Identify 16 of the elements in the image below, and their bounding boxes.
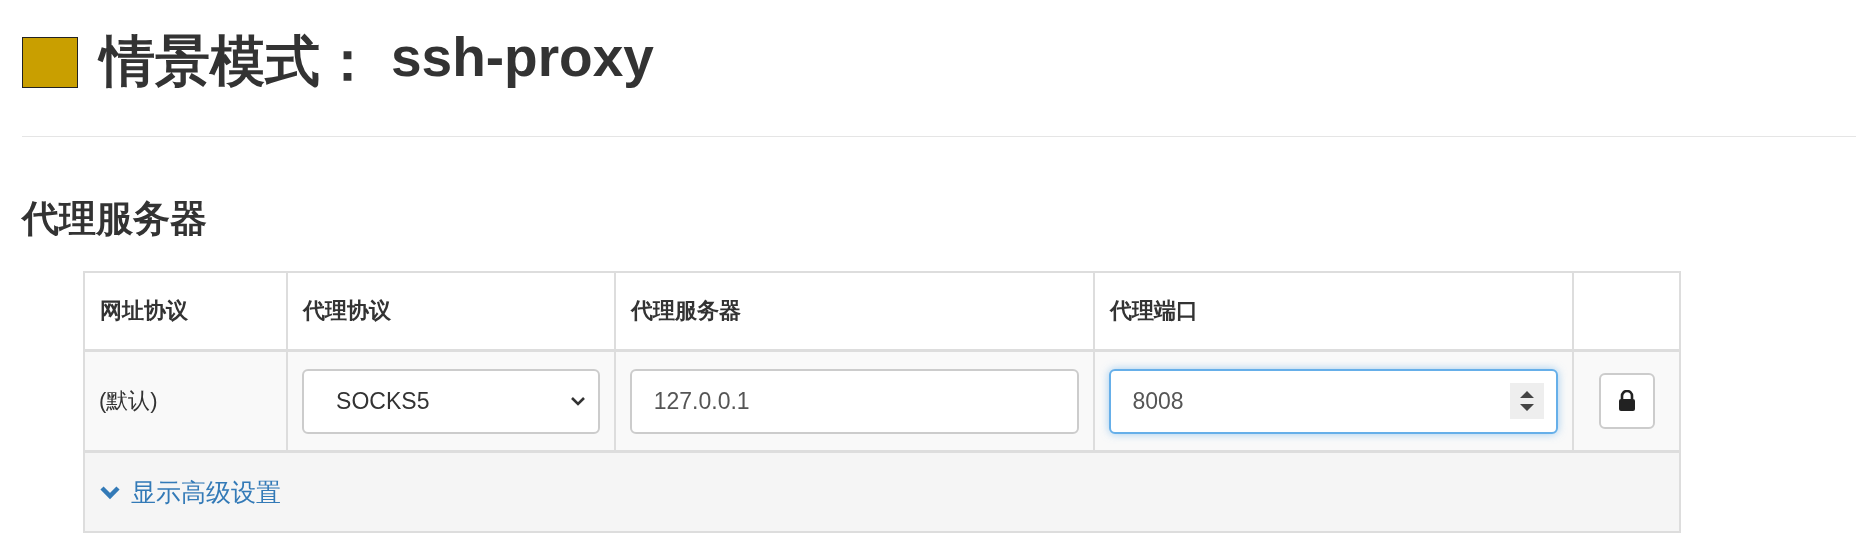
lock-button[interactable]: [1598, 373, 1655, 429]
column-header: 代理协议: [303, 298, 392, 323]
port-field[interactable]: 8008: [1108, 368, 1559, 434]
column-header: 代理端口: [1109, 298, 1198, 323]
lock-icon: [1617, 390, 1636, 412]
column-header: 代理服务器: [630, 298, 741, 323]
column-header: 网址协议: [100, 298, 188, 323]
chevron-icon: [99, 484, 121, 500]
scheme-cell: (默认): [99, 388, 158, 413]
advanced-settings-link[interactable]: 显示高级设置: [99, 475, 281, 509]
protocol-select[interactable]: SOCKS5: [302, 368, 600, 434]
chevron-icon: [569, 396, 586, 406]
spinner-icon[interactable]: [1510, 382, 1545, 419]
section-heading: 代理服务器: [22, 198, 207, 239]
profile-name: ssh-proxy: [391, 25, 654, 90]
server-field[interactable]: 127.0.0.1: [629, 368, 1079, 434]
